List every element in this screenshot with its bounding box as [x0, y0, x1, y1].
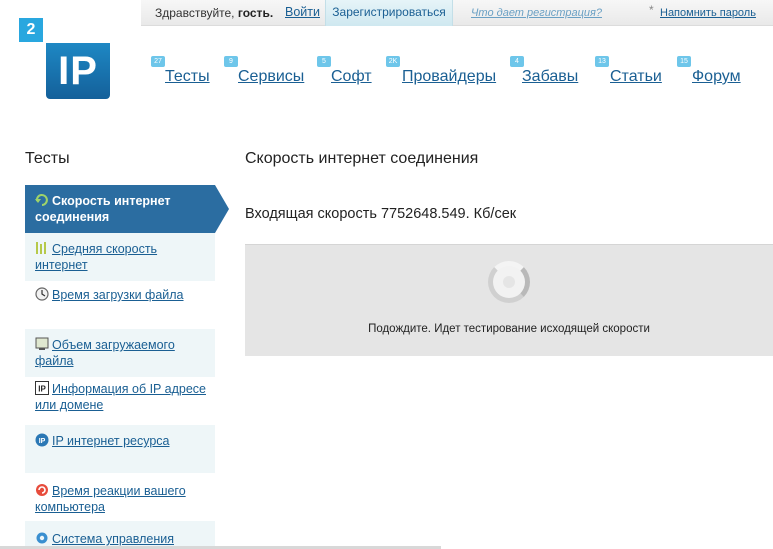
nav-badge: 4 — [510, 56, 524, 67]
spinner-center — [503, 276, 515, 288]
asterisk-mark: * — [649, 3, 654, 17]
greeting-prefix: Здравствуйте, — [155, 6, 235, 20]
sidebar-item-label[interactable]: Средняя скорость интернет — [35, 242, 157, 272]
login-link[interactable]: Войти — [285, 5, 320, 19]
speed-test-panel: Подождите. Идет тестирование исходящей с… — [245, 244, 773, 356]
sidebar-item-average-speed[interactable]: Средняя скорость интернет — [25, 233, 215, 281]
sidebar-item-ip-info[interactable]: IP Информация об IP адресе или домене — [25, 377, 215, 425]
sidebar-item-label[interactable]: Информация об IP адресе или домене — [35, 382, 206, 412]
svg-text:IP: IP — [39, 438, 46, 445]
loading-spinner-icon — [488, 261, 530, 303]
svg-text:IP: IP — [38, 385, 46, 394]
nav-badge: 15 — [677, 56, 691, 67]
monitor-icon — [35, 337, 49, 350]
sidebar-item-label[interactable]: Время загрузки файла — [52, 288, 184, 302]
nav-badge: 5 — [317, 56, 331, 67]
sidebar-item-label[interactable]: IP интернет ресурса — [52, 434, 170, 448]
register-button[interactable]: Зарегистрироваться — [325, 0, 453, 26]
ip-icon: IP — [35, 381, 49, 395]
nav-badge: 13 — [595, 56, 609, 67]
remind-password-link[interactable]: Напомнить пароль — [660, 7, 756, 19]
incoming-speed-text: Входящая скорость 7752648.549. Кб/сек — [245, 206, 517, 222]
sidebar-item-reaction-time[interactable]: Время реакции вашего компьютера — [25, 473, 215, 521]
nav-badge: 27 — [151, 56, 165, 67]
top-bar: Здравствуйте, гость. Войти Зарегистриров… — [141, 0, 773, 26]
sidebar-item-connection-speed[interactable]: Скорость интернет соединения — [25, 185, 229, 233]
sidebar-item-label[interactable]: Система управления — [52, 532, 174, 546]
refresh-arrow-icon — [35, 194, 48, 206]
sidebar-item-label[interactable]: Объем загружаемого файла — [35, 338, 175, 368]
reaction-icon — [36, 484, 48, 496]
logo-badge: 2 — [19, 18, 43, 42]
sidebar-item-label[interactable]: Время реакции вашего компьютера — [35, 484, 186, 514]
nav-badge: 9 — [224, 56, 238, 67]
nav-badge: 2K — [386, 56, 400, 67]
what-registration-link[interactable]: Что дает регистрация? — [471, 7, 602, 19]
page-title: Скорость интернет соединения — [245, 150, 479, 167]
sidebar-item-ip-resource[interactable]: IP IP интернет ресурса — [25, 425, 215, 473]
sidebar: Скорость интернет соединения Средняя ско… — [25, 185, 229, 549]
sidebar-item-file-load-time[interactable]: Время загрузки файла — [25, 281, 215, 329]
greeting: Здравствуйте, гость. — [155, 6, 273, 20]
nav-label[interactable]: Тесты — [165, 68, 210, 86]
nav-label[interactable]: Сервисы — [238, 68, 304, 86]
nav-label[interactable]: Провайдеры — [402, 68, 496, 86]
greeting-user: гость. — [237, 6, 274, 20]
sidebar-item-label[interactable]: Скорость интернет соединения — [35, 194, 171, 224]
sidebar-item-file-size[interactable]: Объем загружаемого файла — [25, 329, 215, 377]
gear-icon — [36, 532, 48, 544]
main-nav: 27 Тесты 9 Сервисы 5 Софт 2K Провайдеры … — [0, 56, 773, 96]
nav-label[interactable]: Забавы — [522, 68, 578, 86]
sidebar-item-control-system[interactable]: Система управления — [25, 521, 215, 549]
clock-icon — [35, 287, 49, 301]
ip-circle-icon: IP — [35, 433, 49, 447]
wait-message: Подождите. Идет тестирование исходящей с… — [368, 323, 650, 335]
sidebar-title: Тесты — [25, 150, 70, 167]
nav-label[interactable]: Форум — [692, 68, 741, 86]
nav-label[interactable]: Софт — [331, 68, 372, 86]
nav-label[interactable]: Статьи — [610, 68, 662, 86]
bars-icon — [36, 242, 46, 254]
